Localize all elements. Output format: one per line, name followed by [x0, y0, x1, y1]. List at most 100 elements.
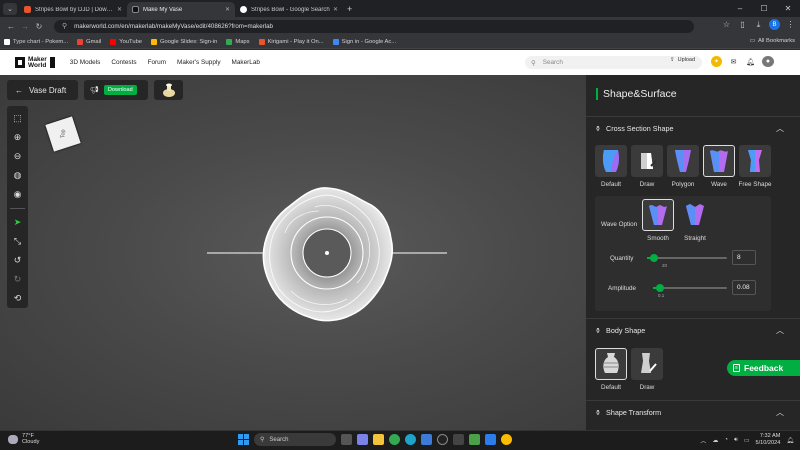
back-to-draft-button[interactable]: ← Vase Draft [7, 80, 78, 100]
quantity-slider[interactable] [647, 254, 727, 262]
bookmark-item[interactable]: Google Slides: Sign-in [151, 38, 217, 45]
bookmark-item[interactable]: Maps [226, 38, 250, 45]
message-icon[interactable]: ✉ [728, 56, 739, 67]
shape-option-default[interactable]: Default [595, 145, 627, 188]
shape-option-polygon[interactable]: Polygon [667, 145, 699, 188]
points-coin-icon[interactable]: ✦ [711, 56, 722, 67]
chrome-active-icon[interactable] [501, 434, 512, 445]
reset-icon[interactable]: ⟲ [10, 291, 25, 306]
downloads-icon[interactable]: ⤓ [753, 19, 764, 30]
sidebar-panel-icon[interactable]: ▯ [737, 19, 748, 30]
profile-avatar[interactable]: B [769, 19, 780, 30]
fit-view-icon[interactable]: ⬚ [10, 111, 25, 126]
shape-transform-header[interactable]: ⚱︎ Shape Transform ︿ [586, 401, 800, 423]
browser-tab-1[interactable]: Make My Vase ✕ [127, 2, 235, 17]
weather-widget[interactable]: 77°F Cloudy [8, 433, 39, 445]
tab-close-icon[interactable]: ✕ [225, 6, 230, 13]
amplitude-input[interactable]: 0.08 [732, 280, 756, 295]
amplitude-slider[interactable] [653, 284, 727, 292]
close-window-icon[interactable]: ✕ [776, 4, 800, 13]
body-shape-header[interactable]: ⚱︎ Body Shape ︿ [586, 319, 800, 341]
battery-icon[interactable]: ▭ [744, 437, 750, 444]
browser-toolbar-icons: ☆ ▯ ⤓ B ⋮ [721, 19, 796, 30]
taskbar-search[interactable]: ⚲ Search [254, 433, 336, 446]
chevron-up-icon[interactable]: ︿ [776, 407, 784, 418]
app-icon[interactable] [453, 434, 464, 445]
windows-start-icon[interactable] [238, 434, 249, 445]
reload-icon[interactable]: ↻ [32, 22, 46, 31]
eye-icon[interactable]: ◉ [10, 187, 25, 202]
megaphone-icon[interactable]: 📢︎ [90, 86, 99, 94]
browser-tab-0[interactable]: Stripes Bowl by DJD | Downlo ✕ [19, 2, 127, 17]
user-avatar[interactable]: ● [762, 56, 774, 67]
tab-close-icon[interactable]: ✕ [333, 6, 338, 13]
vase-preview-button[interactable] [154, 80, 183, 100]
texture-sphere-icon[interactable]: ◍ [10, 168, 25, 183]
feedback-button[interactable]: ≡ Feedback [727, 360, 800, 376]
edge-icon[interactable] [405, 434, 416, 445]
bookmark-item[interactable]: YouTube [110, 38, 142, 45]
zoom-out-icon[interactable]: ⊖ [10, 149, 25, 164]
app-icon[interactable] [485, 434, 496, 445]
bookmark-star-icon[interactable]: ☆ [721, 19, 732, 30]
nav-forum[interactable]: Forum [148, 59, 166, 66]
shape-option-wave[interactable]: Wave [703, 145, 735, 188]
maximize-icon[interactable]: ☐ [752, 4, 776, 13]
back-arrow-icon[interactable]: ← [4, 22, 18, 31]
zoom-in-icon[interactable]: ⊕ [10, 130, 25, 145]
redo-icon[interactable]: ↻ [10, 272, 25, 287]
onedrive-icon[interactable]: ☁ [712, 437, 718, 444]
task-view-icon[interactable] [341, 434, 352, 445]
teams-icon[interactable] [357, 434, 368, 445]
app-icon[interactable] [437, 434, 448, 445]
notification-bell-icon[interactable]: 🔔︎ [786, 437, 794, 444]
cross-section-header[interactable]: ⚱︎ Cross Section Shape ︿ [586, 117, 800, 139]
all-bookmarks-button[interactable]: ▭ All Bookmarks [749, 38, 795, 44]
network-icon[interactable]: ◔ [724, 437, 728, 443]
tray-chevron-icon[interactable]: ︿ [700, 436, 706, 445]
clock[interactable]: 7:32 AM 5/10/2024 [755, 433, 780, 447]
slicer-icon[interactable] [469, 434, 480, 445]
browser-tab-2[interactable]: Stripes Bowl - Google Search ✕ [235, 2, 343, 17]
upload-button[interactable]: ⇪ Upload [670, 57, 695, 63]
volume-icon[interactable]: 🔊︎ [734, 437, 738, 444]
file-explorer-icon[interactable] [373, 434, 384, 445]
nav-contests[interactable]: Contests [111, 59, 136, 66]
body-option-default[interactable]: Default [595, 348, 627, 391]
quantity-input[interactable]: 8 [732, 250, 756, 265]
bell-icon[interactable]: 🔔︎ [745, 56, 756, 67]
store-icon[interactable] [421, 434, 432, 445]
scale-icon[interactable]: ⤡ [10, 234, 25, 249]
chevron-up-icon[interactable]: ︿ [776, 325, 784, 336]
slider-knob[interactable] [655, 284, 664, 292]
vase-canvas[interactable]: ← Vase Draft 📢︎ Download ⬚ ⊕ ⊖ ◍ ◉ ➤ ⤡ ↺… [0, 75, 586, 430]
site-info-icon[interactable]: ⚲ [62, 22, 67, 30]
nav-makerlab[interactable]: MakerLab [232, 59, 260, 66]
minimize-icon[interactable]: – [728, 4, 752, 13]
bookmark-item[interactable]: Gmail [77, 38, 101, 45]
tab-close-icon[interactable]: ✕ [117, 6, 122, 13]
nav-3d-models[interactable]: 3D Models [70, 59, 101, 66]
forward-arrow-icon[interactable]: → [18, 22, 32, 31]
tab-search-button[interactable]: ⌄ [3, 3, 17, 15]
wave-option-straight[interactable]: Straight [679, 199, 711, 242]
bookmark-item[interactable]: Kirigami - Play it On... [258, 38, 324, 45]
chrome-icon[interactable] [389, 434, 400, 445]
new-tab-button[interactable]: + [347, 4, 352, 14]
download-button[interactable]: Download [103, 85, 137, 95]
nav-makers-supply[interactable]: Maker's Supply [177, 59, 221, 66]
shape-option-draw[interactable]: Draw [631, 145, 663, 188]
bookmark-item[interactable]: Type chart - Pokem... [4, 38, 68, 45]
bookmark-item[interactable]: Sign in - Google Ac... [332, 38, 396, 45]
menu-kebab-icon[interactable]: ⋮ [785, 19, 796, 30]
shape-option-free-shape[interactable]: Free Shape [739, 145, 771, 188]
makerworld-logo[interactable]: Maker World [15, 56, 55, 69]
body-option-draw[interactable]: Draw [631, 348, 663, 391]
slider-knob[interactable] [650, 254, 658, 262]
undo-icon[interactable]: ↺ [10, 253, 25, 268]
select-cursor-icon[interactable]: ➤ [10, 215, 25, 230]
url-field[interactable]: ⚲ makerworld.com/en/makerlab/makeMyVase/… [54, 19, 694, 33]
chevron-up-icon[interactable]: ︿ [776, 123, 784, 134]
wave-option-smooth[interactable]: Smooth [642, 199, 674, 242]
view-cube[interactable]: Top [45, 116, 81, 152]
